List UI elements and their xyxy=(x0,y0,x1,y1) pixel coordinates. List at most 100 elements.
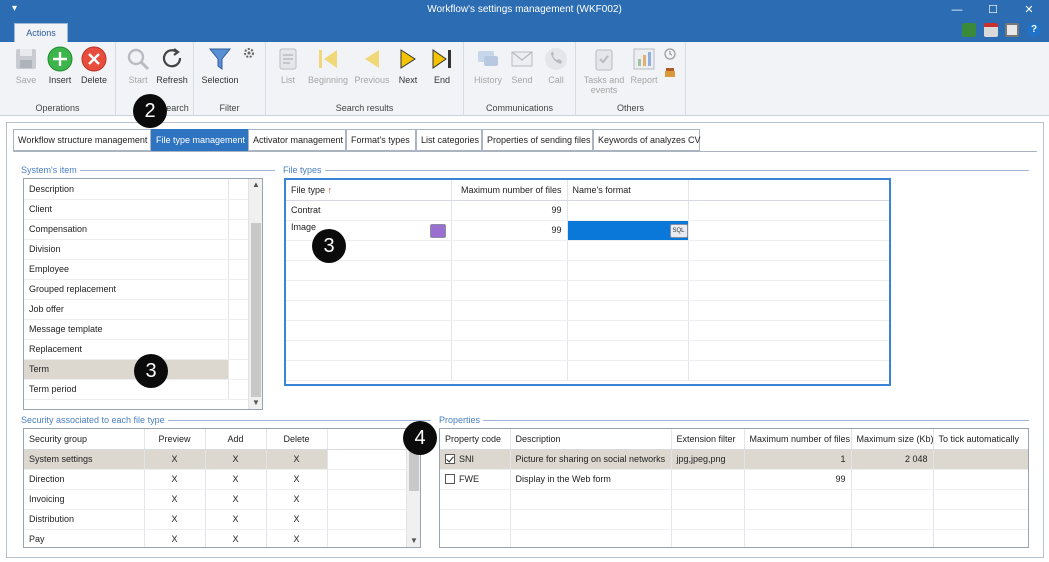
property-checkbox[interactable] xyxy=(445,474,455,485)
maximize-icon[interactable]: ☐ xyxy=(983,2,1003,18)
column-names-format[interactable]: Name's format xyxy=(567,180,689,201)
ribbon-tab-actions[interactable]: Actions xyxy=(14,23,68,42)
report-button[interactable]: Report xyxy=(624,46,664,85)
gear-icon[interactable] xyxy=(242,46,256,60)
names-format-cell-editing[interactable]: SQL xyxy=(567,220,689,241)
calculator-icon[interactable] xyxy=(962,23,977,37)
security-group-cell[interactable]: Distribution xyxy=(24,509,145,530)
security-group-cell[interactable]: Invoicing xyxy=(24,489,145,510)
scroll-down-icon[interactable]: ▼ xyxy=(249,397,262,409)
add-cell[interactable]: X xyxy=(205,469,267,490)
column-file-type[interactable]: File type ↑ xyxy=(286,180,452,201)
add-cell[interactable]: X xyxy=(205,529,267,547)
delete-button[interactable]: Delete xyxy=(74,46,114,85)
tab-workflow-structure[interactable]: Workflow structure management xyxy=(13,129,151,151)
add-cell[interactable]: X xyxy=(205,509,267,530)
list-item[interactable]: Compensation xyxy=(24,219,251,240)
file-type-cell[interactable]: Image xyxy=(286,220,452,241)
preview-cell[interactable]: X xyxy=(144,489,206,510)
column-description[interactable]: Description xyxy=(510,429,672,450)
list-item[interactable]: Term period xyxy=(24,379,251,400)
delete-cell[interactable]: X xyxy=(266,529,328,547)
column-security-group[interactable]: Security group xyxy=(24,429,145,450)
max-files-cell[interactable]: 1 xyxy=(744,449,852,470)
sql-icon[interactable]: SQL xyxy=(669,224,687,238)
list-item[interactable]: Grouped replacement xyxy=(24,279,251,300)
list-item[interactable]: Job offer xyxy=(24,299,251,320)
close-icon[interactable]: ✕ xyxy=(1019,2,1039,18)
call-button[interactable]: Call xyxy=(536,46,576,85)
list-item[interactable]: Employee xyxy=(24,259,251,280)
archive-icon[interactable] xyxy=(664,66,676,78)
column-auto-tick[interactable]: To tick automatically xyxy=(933,429,1028,450)
list-item[interactable]: Message template xyxy=(24,319,251,340)
add-cell[interactable]: X xyxy=(205,489,267,510)
tab-file-type-management[interactable]: File type management xyxy=(151,129,248,151)
column-max-size[interactable]: Maximum size (Kb) xyxy=(851,429,934,450)
tab-properties-sending-files[interactable]: Properties of sending files xyxy=(482,129,593,151)
scroll-down-icon[interactable]: ▼ xyxy=(407,535,420,547)
max-files-cell[interactable]: 99 xyxy=(451,200,568,221)
max-size-cell[interactable]: 2 048 xyxy=(851,449,934,470)
security-group-cell[interactable]: System settings xyxy=(24,449,145,470)
tab-formats-types[interactable]: Format's types xyxy=(346,129,416,151)
minimize-icon[interactable]: — xyxy=(947,2,967,18)
security-group-cell[interactable]: Pay xyxy=(24,529,145,547)
column-delete[interactable]: Delete xyxy=(266,429,328,450)
preview-cell[interactable]: X xyxy=(144,529,206,547)
property-code-cell[interactable]: SNI xyxy=(440,449,511,470)
column-add[interactable]: Add xyxy=(205,429,267,450)
table-row[interactable]: Distribution X X X xyxy=(24,509,409,530)
list-item[interactable]: Description xyxy=(24,179,251,200)
scroll-thumb[interactable] xyxy=(251,223,261,397)
extension-filter-cell[interactable]: jpg,jpeg,png xyxy=(671,449,745,470)
table-row[interactable]: Pay X X X xyxy=(24,529,409,547)
auto-tick-cell[interactable] xyxy=(933,469,1028,490)
preview-cell[interactable]: X xyxy=(144,469,206,490)
list-item[interactable]: Client xyxy=(24,199,251,220)
table-row[interactable]: Contrat 99 xyxy=(286,200,889,221)
list-button[interactable]: List xyxy=(268,46,308,85)
delete-cell[interactable]: X xyxy=(266,489,328,510)
clock-icon[interactable] xyxy=(664,48,676,60)
description-cell[interactable]: Display in the Web form xyxy=(510,469,672,490)
description-cell[interactable]: Picture for sharing on social networks xyxy=(510,449,672,470)
add-cell[interactable]: X xyxy=(205,449,267,470)
beginning-button[interactable]: Beginning xyxy=(304,46,352,85)
table-row[interactable]: SNI Picture for sharing on social network… xyxy=(440,449,1028,470)
table-row[interactable]: Invoicing X X X xyxy=(24,489,409,510)
table-row[interactable]: FWE Display in the Web form 99 xyxy=(440,469,1028,490)
tasks-and-events-button[interactable]: Tasks and events xyxy=(580,46,628,95)
max-files-cell[interactable]: 99 xyxy=(744,469,852,490)
table-row[interactable]: System settings X X X xyxy=(24,449,409,470)
column-property-code[interactable]: Property code xyxy=(440,429,511,450)
column-extension-filter[interactable]: Extension filter xyxy=(671,429,745,450)
help-icon[interactable]: ? xyxy=(1027,23,1041,37)
end-button[interactable]: End xyxy=(424,46,460,85)
column-preview[interactable]: Preview xyxy=(144,429,206,450)
table-row[interactable]: Direction X X X xyxy=(24,469,409,490)
names-format-cell[interactable] xyxy=(567,200,689,221)
refresh-button[interactable]: Refresh xyxy=(152,46,192,85)
column-max-files[interactable]: Maximum number of files xyxy=(451,180,568,201)
auto-tick-cell[interactable] xyxy=(933,449,1028,470)
list-item[interactable]: Replacement xyxy=(24,339,251,360)
previous-button[interactable]: Previous xyxy=(352,46,392,85)
delete-cell[interactable]: X xyxy=(266,469,328,490)
sort-ascending-icon[interactable]: ↑ xyxy=(328,185,333,195)
scroll-up-icon[interactable]: ▲ xyxy=(249,179,262,191)
calendar-icon[interactable] xyxy=(983,23,998,37)
table-row[interactable]: Image 99 SQL xyxy=(286,220,889,241)
delete-cell[interactable]: X xyxy=(266,449,328,470)
list-item[interactable]: Division xyxy=(24,239,251,260)
property-checkbox[interactable] xyxy=(445,454,455,465)
tab-activator-management[interactable]: Activator management xyxy=(248,129,346,151)
next-button[interactable]: Next xyxy=(390,46,426,85)
chat-icon[interactable] xyxy=(429,224,446,238)
systems-item-scrollbar[interactable]: ▲ ▼ xyxy=(248,179,262,409)
max-size-cell[interactable] xyxy=(851,469,934,490)
preview-cell[interactable]: X xyxy=(144,449,206,470)
tab-list-categories[interactable]: List categories xyxy=(416,129,482,151)
selection-button[interactable]: Selection xyxy=(200,46,240,85)
security-group-cell[interactable]: Direction xyxy=(24,469,145,490)
